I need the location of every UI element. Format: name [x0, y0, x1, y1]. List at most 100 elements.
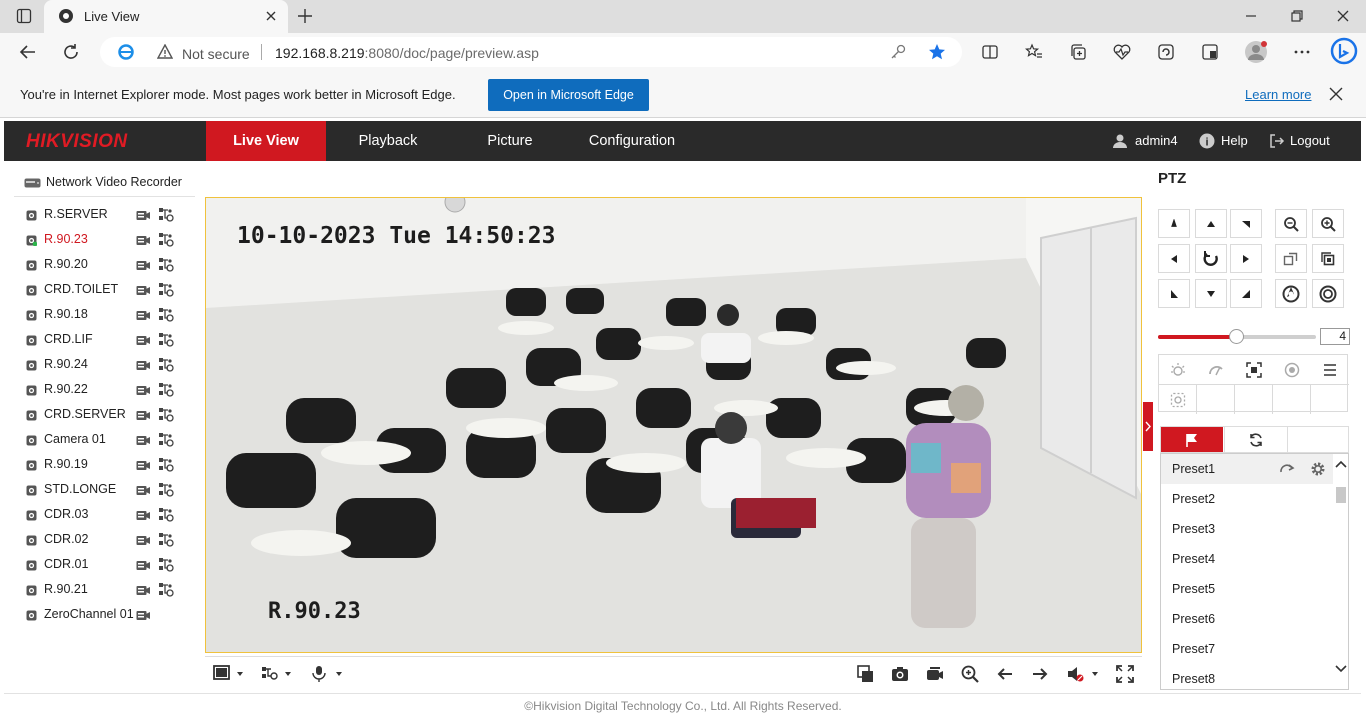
record-icon[interactable]: [926, 665, 944, 683]
record-toggle-icon[interactable]: [136, 209, 151, 221]
expand-panel-tab[interactable]: [1143, 402, 1153, 451]
close-tab-icon[interactable]: [264, 9, 278, 23]
username[interactable]: admin4: [1135, 133, 1178, 148]
refresh-icon[interactable]: [62, 43, 80, 61]
ptz-speed-slider[interactable]: [1158, 329, 1316, 344]
ie-mode-icon[interactable]: [118, 44, 134, 60]
tab-patrol[interactable]: [1224, 427, 1286, 452]
open-in-edge-button[interactable]: Open in Microsoft Edge: [488, 79, 649, 111]
record-toggle-icon[interactable]: [136, 459, 151, 471]
record-toggle-icon[interactable]: [136, 434, 151, 446]
nav-playback[interactable]: Playback: [328, 121, 448, 161]
menu-icon[interactable]: [1311, 355, 1349, 384]
stream-select-icon[interactable]: [158, 382, 174, 397]
stream-select-icon[interactable]: [158, 257, 174, 272]
new-tab-icon[interactable]: [297, 8, 313, 24]
address-bar[interactable]: Not secure 192.168.8.219:8080/doc/page/p…: [100, 37, 962, 67]
health-icon[interactable]: [1113, 43, 1131, 61]
logout-icon[interactable]: [1269, 133, 1285, 149]
capture-icon[interactable]: [891, 665, 909, 683]
profile-avatar[interactable]: [1244, 40, 1268, 64]
record-toggle-icon[interactable]: [136, 409, 151, 421]
preset-item[interactable]: Preset7: [1161, 634, 1333, 664]
stream-select-icon[interactable]: [158, 232, 174, 247]
learn-more-link[interactable]: Learn more: [1245, 87, 1311, 102]
camera-item[interactable]: ZeroChannel 01: [26, 606, 186, 631]
3d-positioning-icon[interactable]: [1159, 385, 1197, 414]
camera-item[interactable]: CRD.TOILET: [26, 281, 186, 306]
record-toggle-icon[interactable]: [136, 309, 151, 321]
camera-item[interactable]: Camera 01: [26, 431, 186, 456]
record-toggle-icon[interactable]: [136, 584, 151, 596]
camera-item[interactable]: R.90.23: [26, 231, 186, 256]
security-label[interactable]: Not secure: [182, 46, 250, 62]
copilot-icon[interactable]: [1330, 37, 1358, 65]
ptz-down-button[interactable]: [1195, 279, 1227, 308]
stream-select-icon[interactable]: [158, 557, 174, 572]
favorites-icon[interactable]: [1025, 43, 1043, 61]
ptz-up-right-button[interactable]: [1230, 209, 1262, 238]
stream-type-icon[interactable]: [261, 665, 295, 683]
camera-item[interactable]: R.SERVER: [26, 206, 186, 231]
ptz-right-button[interactable]: [1230, 244, 1262, 273]
preset-item[interactable]: Preset8: [1161, 664, 1333, 689]
camera-item[interactable]: CDR.02: [26, 531, 186, 556]
nav-configuration[interactable]: Configuration: [572, 121, 692, 161]
collections-icon[interactable]: [1069, 43, 1087, 61]
stream-select-icon[interactable]: [158, 307, 174, 322]
more-options-icon[interactable]: [1293, 43, 1311, 61]
preset-scrollbar[interactable]: [1333, 454, 1348, 689]
microphone-icon[interactable]: [311, 665, 345, 683]
camera-item[interactable]: CDR.03: [26, 506, 186, 531]
camera-item[interactable]: R.90.21: [26, 581, 186, 606]
zoom-in-button[interactable]: [1312, 209, 1344, 238]
record-toggle-icon[interactable]: [136, 284, 151, 296]
focus-far-button[interactable]: [1312, 244, 1344, 273]
ptz-speed-knob[interactable]: [1229, 329, 1244, 344]
record-toggle-icon[interactable]: [136, 484, 151, 496]
live-video-view[interactable]: 10-10-2023 Tue 14:50:23 R.90.23: [205, 197, 1142, 653]
tab-preset[interactable]: [1161, 427, 1223, 452]
set-preset-gear-icon[interactable]: [1310, 461, 1326, 477]
record-toggle-icon[interactable]: [136, 384, 151, 396]
restore-icon[interactable]: [1290, 9, 1304, 23]
stream-select-icon[interactable]: [158, 332, 174, 347]
browser-tab-live-view[interactable]: Live View: [44, 0, 288, 33]
ptz-up-button[interactable]: [1195, 209, 1227, 238]
camera-item[interactable]: CDR.01: [26, 556, 186, 581]
camera-item[interactable]: R.90.20: [26, 256, 186, 281]
volume-muted-icon[interactable]: [1066, 665, 1100, 683]
preset-item[interactable]: Preset4: [1161, 544, 1333, 574]
iris-close-button[interactable]: [1275, 279, 1307, 308]
preset-item[interactable]: Preset5: [1161, 574, 1333, 604]
preset-item[interactable]: Preset2: [1161, 484, 1333, 514]
focus-near-button[interactable]: [1275, 244, 1307, 273]
record-toggle-icon[interactable]: [136, 259, 151, 271]
ptz-down-left-button[interactable]: [1158, 279, 1190, 308]
url-text[interactable]: 192.168.8.219:8080/doc/page/preview.asp: [275, 45, 539, 61]
split-screen-icon[interactable]: [981, 43, 999, 61]
record-toggle-icon[interactable]: [136, 559, 151, 571]
nav-live-view[interactable]: Live View: [206, 121, 326, 161]
record-toggle-icon[interactable]: [136, 234, 151, 246]
minimize-icon[interactable]: [1244, 9, 1258, 23]
logout-link[interactable]: Logout: [1290, 133, 1330, 148]
help-icon[interactable]: i: [1199, 133, 1215, 149]
fullscreen-icon[interactable]: [1116, 665, 1134, 683]
stream-select-icon[interactable]: [158, 532, 174, 547]
next-page-icon[interactable]: [1031, 665, 1049, 683]
browser-essentials-icon[interactable]: [1157, 43, 1175, 61]
close-infobar-icon[interactable]: [1329, 87, 1343, 101]
ptz-left-button[interactable]: [1158, 244, 1190, 273]
camera-item[interactable]: CRD.LIF: [26, 331, 186, 356]
camera-item[interactable]: R.90.24: [26, 356, 186, 381]
window-layout-icon[interactable]: [213, 665, 245, 683]
record-toggle-icon[interactable]: [136, 534, 151, 546]
previous-page-icon[interactable]: [996, 665, 1014, 683]
preset-item[interactable]: Preset6: [1161, 604, 1333, 634]
close-window-icon[interactable]: [1336, 9, 1350, 23]
stream-select-icon[interactable]: [158, 457, 174, 472]
preset-item[interactable]: Preset1: [1161, 454, 1333, 484]
back-icon[interactable]: [19, 43, 37, 61]
key-icon[interactable]: [890, 44, 906, 60]
